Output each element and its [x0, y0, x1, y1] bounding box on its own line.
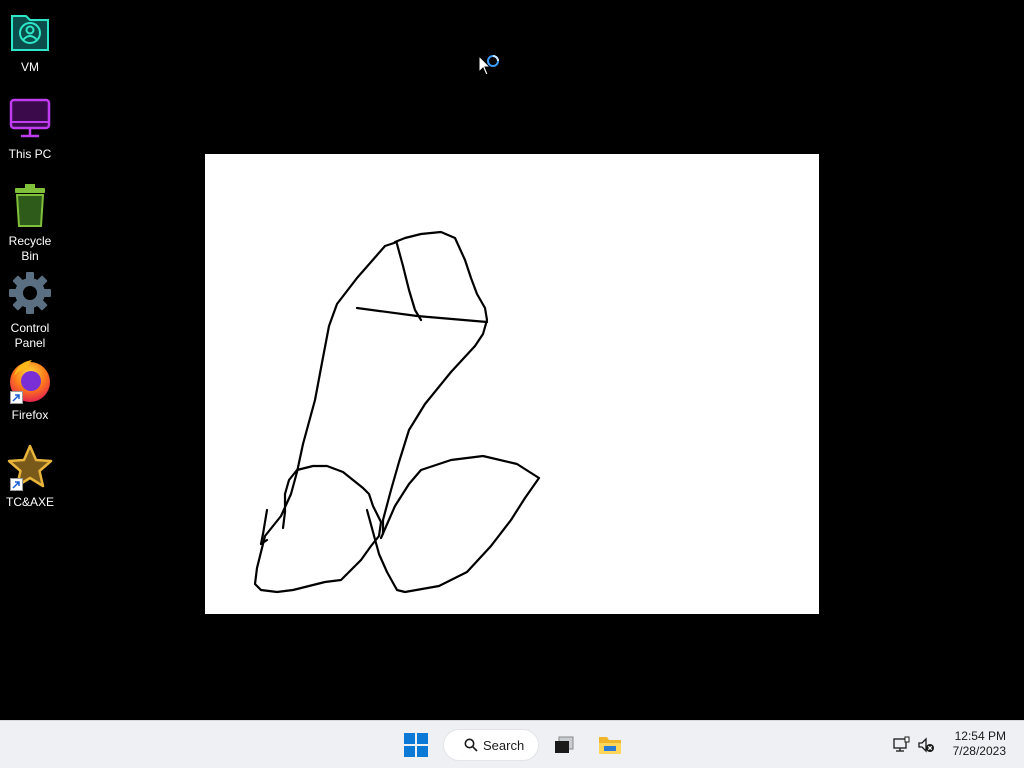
desktop-icon-label: TC&AXE — [5, 495, 54, 509]
desktop-icon-tcaxe[interactable]: TC&AXE — [0, 443, 60, 510]
gear-icon — [6, 269, 54, 317]
desktop-icon-vm[interactable]: VM — [0, 8, 60, 75]
task-view-icon — [555, 736, 574, 753]
recycle-bin-icon — [6, 182, 54, 230]
desktop: VM This PC Recycle Bin Control Panel Fir… — [0, 0, 1024, 720]
windows-logo-icon — [404, 733, 428, 757]
desktop-icon-label: This PC — [8, 147, 52, 161]
desktop-icon-recycle-bin[interactable]: Recycle Bin — [0, 182, 60, 264]
shortcut-arrow-icon — [10, 478, 23, 491]
desktop-icon-this-pc[interactable]: This PC — [0, 95, 60, 162]
busy-cursor-icon — [478, 54, 502, 86]
system-clock[interactable]: 12:54 PM 7/28/2023 — [953, 729, 1006, 759]
network-icon[interactable] — [892, 736, 910, 754]
taskbar: Search 12:54 PM 7/28/2023 — [0, 720, 1024, 768]
desktop-icon-label: Recycle Bin — [8, 234, 52, 263]
clock-date: 7/28/2023 — [952, 744, 1006, 758]
task-view-button[interactable] — [550, 729, 578, 761]
desktop-icon-label: VM — [21, 60, 39, 74]
file-explorer-button[interactable] — [596, 729, 624, 761]
taskbar-search-button[interactable]: Search — [443, 729, 539, 761]
folder-icon — [599, 737, 621, 754]
clock-time: 12:54 PM — [954, 729, 1006, 743]
shortcut-arrow-icon — [10, 391, 23, 404]
desktop-icon-label: Firefox — [11, 408, 49, 422]
vm-user-icon — [6, 8, 54, 56]
volume-muted-icon[interactable] — [917, 736, 935, 754]
desktop-icon-control-panel[interactable]: Control Panel — [0, 269, 60, 351]
search-icon — [464, 738, 478, 752]
start-button[interactable] — [400, 729, 432, 761]
star-icon — [6, 443, 54, 491]
firefox-icon — [6, 356, 54, 404]
freehand-sketch — [253, 230, 541, 594]
desktop-icon-firefox[interactable]: Firefox — [0, 356, 60, 423]
drawing-canvas[interactable] — [205, 154, 819, 614]
search-label: Search — [483, 737, 525, 753]
desktop-icon-label: Control Panel — [10, 321, 50, 350]
monitor-icon — [6, 95, 54, 143]
